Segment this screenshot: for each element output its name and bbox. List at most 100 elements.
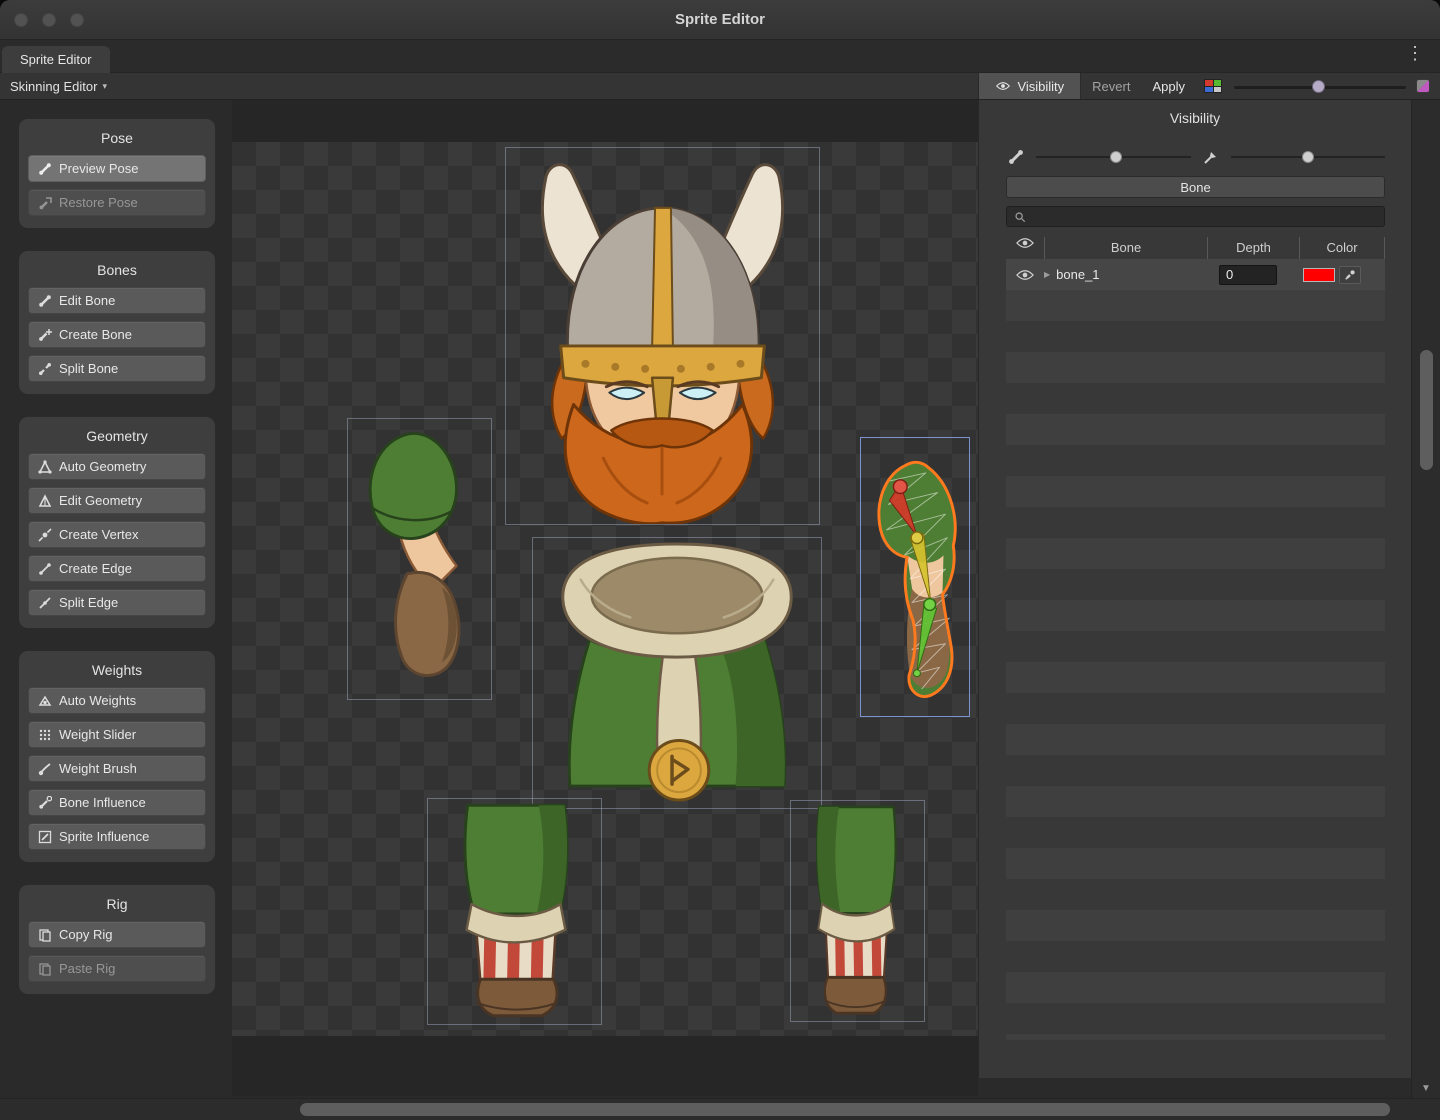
paste-rig-button[interactable]: Paste Rig bbox=[28, 955, 206, 982]
bone-opacity-handle[interactable] bbox=[1110, 151, 1122, 163]
header-color: Color bbox=[1299, 237, 1385, 259]
bones-section: Bones Edit Bone Create Bone Split Bone bbox=[18, 250, 216, 395]
edit-bone-icon bbox=[37, 293, 52, 308]
sprite-canvas[interactable] bbox=[232, 100, 978, 1096]
vertical-scrollbar-thumb[interactable] bbox=[1420, 350, 1433, 470]
sprite-box-torso[interactable] bbox=[532, 537, 822, 809]
sprite-box-rigged-arm[interactable] bbox=[860, 437, 970, 717]
horizontal-scrollbar-thumb[interactable] bbox=[300, 1103, 1390, 1116]
rig-section-title: Rig bbox=[28, 896, 206, 912]
bone-tab-button[interactable]: Bone bbox=[1006, 176, 1385, 198]
edit-geometry-button[interactable]: Edit Geometry bbox=[28, 487, 206, 514]
auto-geometry-button[interactable]: Auto Geometry bbox=[28, 453, 206, 480]
bone-color-swatch[interactable] bbox=[1303, 268, 1335, 282]
vertical-scrollbar[interactable]: ▼ bbox=[1411, 100, 1440, 1098]
title-bar: Sprite Editor bbox=[0, 0, 1440, 40]
button-label: Paste Rig bbox=[59, 961, 115, 976]
weight-slider-icon bbox=[37, 727, 52, 742]
bone-list-empty-rows bbox=[1006, 290, 1385, 1040]
create-edge-icon bbox=[37, 561, 52, 576]
bone-table: Bone Depth Color ▶ bone_1 bbox=[1006, 237, 1385, 290]
search-input[interactable] bbox=[1032, 209, 1378, 225]
geometry-section: Geometry Auto Geometry Edit Geometry Cre… bbox=[18, 416, 216, 629]
button-label: Edit Geometry bbox=[59, 493, 142, 508]
button-label: Copy Rig bbox=[59, 927, 112, 942]
zoom-window-icon[interactable] bbox=[70, 13, 84, 27]
torso-sprite[interactable] bbox=[533, 538, 821, 808]
sprite-color-icon[interactable] bbox=[1204, 79, 1222, 93]
depth-input[interactable] bbox=[1219, 265, 1277, 285]
header-depth: Depth bbox=[1207, 237, 1299, 259]
sprite-influence-button[interactable]: Sprite Influence bbox=[28, 823, 206, 850]
viking-head-sprite[interactable] bbox=[506, 148, 819, 524]
button-label: Weight Brush bbox=[59, 761, 137, 776]
mesh-opacity-handle[interactable] bbox=[1302, 151, 1314, 163]
visibility-toggle-button[interactable]: Visibility bbox=[978, 73, 1081, 99]
alpha-blend-icon[interactable] bbox=[1416, 79, 1430, 93]
tab-sprite-editor[interactable]: Sprite Editor bbox=[2, 46, 110, 73]
paste-rig-icon bbox=[37, 961, 52, 976]
button-label: Restore Pose bbox=[59, 195, 138, 210]
tool-sidebar: Pose Preview Pose Restore Pose Bones Edi… bbox=[18, 118, 216, 1016]
disclosure-triangle-icon[interactable]: ▶ bbox=[1044, 270, 1050, 279]
kebab-menu-icon[interactable]: ⋮ bbox=[1406, 43, 1424, 64]
split-bone-button[interactable]: Split Bone bbox=[28, 355, 206, 382]
button-label: Sprite Influence bbox=[59, 829, 149, 844]
sprite-box-head[interactable] bbox=[505, 147, 820, 525]
preview-pose-button[interactable]: Preview Pose bbox=[28, 155, 206, 182]
header-bone: Bone bbox=[1044, 237, 1207, 259]
create-bone-button[interactable]: Create Bone bbox=[28, 321, 206, 348]
sprite-box-right-leg[interactable] bbox=[790, 800, 925, 1022]
search-icon bbox=[1013, 210, 1027, 224]
rigged-arm-sprite[interactable] bbox=[861, 438, 969, 716]
create-vertex-button[interactable]: Create Vertex bbox=[28, 521, 206, 548]
edit-bone-button[interactable]: Edit Bone bbox=[28, 287, 206, 314]
auto-weights-button[interactable]: Auto Weights bbox=[28, 687, 206, 714]
create-vertex-icon bbox=[37, 527, 52, 542]
auto-geometry-icon bbox=[37, 459, 52, 474]
sprite-box-mitten-arm[interactable] bbox=[347, 418, 492, 700]
bone-influence-button[interactable]: Bone Influence bbox=[28, 789, 206, 816]
visibility-panel-title: Visibility bbox=[979, 110, 1411, 126]
auto-weights-icon bbox=[37, 693, 52, 708]
split-bone-icon bbox=[37, 361, 52, 376]
button-label: Create Edge bbox=[59, 561, 132, 576]
mitten-arm-sprite[interactable] bbox=[348, 419, 491, 699]
weight-slider-button[interactable]: Weight Slider bbox=[28, 721, 206, 748]
copy-rig-button[interactable]: Copy Rig bbox=[28, 921, 206, 948]
toolbar: Skinning Editor ▾ Visibility Revert Appl… bbox=[0, 73, 1440, 100]
horizontal-scrollbar[interactable] bbox=[0, 1098, 1440, 1120]
bone-name: bone_1 bbox=[1056, 267, 1099, 282]
restore-pose-icon bbox=[37, 195, 52, 210]
sprite-box-left-leg[interactable] bbox=[427, 798, 602, 1025]
button-label: Auto Weights bbox=[59, 693, 136, 708]
split-edge-button[interactable]: Split Edge bbox=[28, 589, 206, 616]
weight-brush-button[interactable]: Weight Brush bbox=[28, 755, 206, 782]
bone-visibility-eye-icon[interactable] bbox=[1006, 269, 1044, 281]
revert-button[interactable]: Revert bbox=[1081, 73, 1141, 99]
pose-section-title: Pose bbox=[28, 130, 206, 146]
scroll-down-icon[interactable]: ▼ bbox=[1412, 1083, 1440, 1094]
button-label: Auto Geometry bbox=[59, 459, 146, 474]
zoom-slider-handle[interactable] bbox=[1312, 80, 1325, 93]
left-leg-sprite[interactable] bbox=[428, 799, 601, 1024]
pose-section: Pose Preview Pose Restore Pose bbox=[18, 118, 216, 229]
skinning-editor-dropdown[interactable]: Skinning Editor ▾ bbox=[0, 73, 117, 99]
button-label: Split Edge bbox=[59, 595, 118, 610]
eye-icon bbox=[995, 79, 1010, 94]
zoom-slider bbox=[1234, 73, 1406, 99]
create-edge-button[interactable]: Create Edge bbox=[28, 555, 206, 582]
minimize-window-icon[interactable] bbox=[42, 13, 56, 27]
split-edge-icon bbox=[37, 595, 52, 610]
tab-bar: Sprite Editor ⋮ bbox=[0, 40, 1440, 73]
right-leg-sprite[interactable] bbox=[791, 801, 924, 1021]
close-window-icon[interactable] bbox=[14, 13, 28, 27]
bones-section-title: Bones bbox=[28, 262, 206, 278]
bone-row[interactable]: ▶ bone_1 bbox=[1006, 259, 1385, 290]
apply-button[interactable]: Apply bbox=[1141, 73, 1196, 99]
header-eye-icon[interactable] bbox=[1006, 237, 1044, 259]
eyedropper-icon[interactable] bbox=[1339, 266, 1361, 284]
weights-section: Weights Auto Weights Weight Slider Weigh… bbox=[18, 650, 216, 863]
mesh-opacity-icon bbox=[1201, 147, 1221, 167]
restore-pose-button[interactable]: Restore Pose bbox=[28, 189, 206, 216]
